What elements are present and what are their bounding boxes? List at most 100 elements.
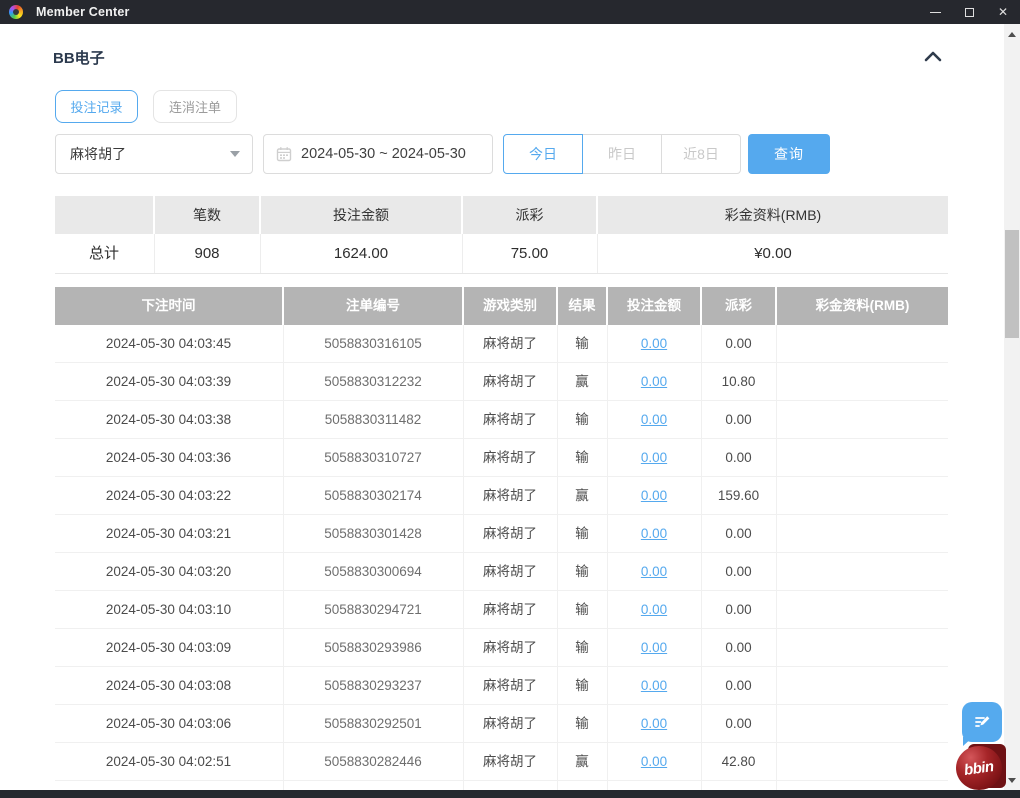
- table-header-cell: 下注时间: [55, 287, 282, 325]
- tab-cancelled-orders[interactable]: 连消注单: [153, 90, 237, 123]
- result-cell: 赢: [558, 477, 606, 514]
- table-header-cell: 投注金额: [608, 287, 700, 325]
- bet-amount-link[interactable]: 0.00: [641, 602, 667, 617]
- summary-header-cell: 派彩: [463, 196, 596, 234]
- range-last8days-button[interactable]: 近8日: [661, 134, 741, 174]
- brand-logo-icon: bbin: [956, 746, 1002, 790]
- result-cell: 输: [558, 515, 606, 552]
- summary-header-cell: 投注金额: [261, 196, 461, 234]
- range-today-button[interactable]: 今日: [503, 134, 583, 174]
- summary-header-cell: 彩金资料(RMB): [598, 196, 948, 234]
- bet-amount-cell: 0.00: [608, 705, 700, 742]
- table-row: 2024-05-30 04:03:22 5058830302174 麻将胡了赢 0.0…: [55, 477, 948, 515]
- order-cell: 5058830300694: [284, 553, 462, 590]
- time-cell: 2024-05-30 04:03:36: [55, 439, 282, 476]
- game-select[interactable]: 麻将胡了: [55, 134, 253, 174]
- bet-amount-link[interactable]: 0.00: [641, 564, 667, 579]
- close-icon: ✕: [997, 5, 1009, 19]
- window-controls: ✕: [918, 0, 1020, 24]
- table-row: 2024-05-30 04:03:45 5058830316105 麻将胡了输 0.0…: [55, 325, 948, 363]
- order-cell: 5058830301428: [284, 515, 462, 552]
- order-cell: 5058830311482: [284, 401, 462, 438]
- bonus-cell: [777, 667, 948, 704]
- result-cell: 赢: [558, 743, 606, 780]
- result-cell: 赢: [558, 363, 606, 400]
- bonus-cell: [777, 553, 948, 590]
- bet-amount-cell: 0.00: [608, 629, 700, 666]
- range-label: 近8日: [683, 146, 719, 162]
- payout-cell: 159.60: [702, 477, 775, 514]
- bet-amount-link[interactable]: 0.00: [641, 336, 667, 351]
- bet-amount-link[interactable]: 0.00: [641, 374, 667, 389]
- time-cell: 2024-05-30 04:03:20: [55, 553, 282, 590]
- close-button[interactable]: ✕: [986, 0, 1020, 24]
- payout-cell: 0.00: [702, 325, 775, 362]
- bet-amount-cell: 0.00: [608, 325, 700, 362]
- chevron-down-icon: [230, 151, 240, 157]
- game-cell: 麻将胡了: [464, 591, 556, 628]
- order-cell: 5058830293237: [284, 667, 462, 704]
- time-cell: 2024-05-30 04:03:38: [55, 401, 282, 438]
- brand-logo-button[interactable]: bbin: [956, 744, 1006, 792]
- summary-total-cell: 908: [155, 234, 259, 273]
- empty-cell: [608, 781, 700, 790]
- bet-amount-link[interactable]: 0.00: [641, 526, 667, 541]
- scrollbar-thumb[interactable]: [1005, 230, 1019, 338]
- search-button[interactable]: 查询: [748, 134, 830, 174]
- bonus-cell: [777, 363, 948, 400]
- empty-cell: [284, 781, 462, 790]
- payout-cell: 0.00: [702, 553, 775, 590]
- bet-amount-link[interactable]: 0.00: [641, 412, 667, 427]
- summary-table: 笔数 投注金额 派彩 彩金资料(RMB) 总计 908 1624.00 75.00 ¥0.00: [55, 196, 948, 274]
- maximize-button[interactable]: [952, 0, 986, 24]
- payout-cell: 0.00: [702, 591, 775, 628]
- time-cell: 2024-05-30 04:03:22: [55, 477, 282, 514]
- bonus-cell: [777, 325, 948, 362]
- table-row: 2024-05-30 04:03:21 5058830301428 麻将胡了输 0.0…: [55, 515, 948, 553]
- time-cell: 2024-05-30 04:03:08: [55, 667, 282, 704]
- summary-header-cell: [55, 196, 153, 234]
- summary-header-row: 笔数 投注金额 派彩 彩金资料(RMB): [55, 196, 948, 234]
- table-header-cell: 结果: [558, 287, 606, 325]
- bet-amount-link[interactable]: 0.00: [641, 678, 667, 693]
- window-bottom-edge: [0, 790, 1020, 798]
- bonus-cell: [777, 401, 948, 438]
- bet-amount-cell: 0.00: [608, 591, 700, 628]
- bonus-cell: [777, 439, 948, 476]
- bet-amount-link[interactable]: 0.00: [641, 716, 667, 731]
- payout-cell: 0.00: [702, 515, 775, 552]
- brand-logo-text: bbin: [963, 757, 995, 779]
- summary-total-row: 总计 908 1624.00 75.00 ¥0.00: [55, 234, 948, 274]
- minimize-button[interactable]: [918, 0, 952, 24]
- table-row: 2024-05-30 04:03:39 5058830312232 麻将胡了赢 0.0…: [55, 363, 948, 401]
- summary-total-cell: 75.00: [463, 234, 596, 273]
- scroll-down-button[interactable]: [1004, 772, 1020, 788]
- game-cell: 麻将胡了: [464, 515, 556, 552]
- collapse-panel-button[interactable]: [920, 44, 946, 68]
- table-row: 2024-05-30 04:03:20 5058830300694 麻将胡了输 0.0…: [55, 553, 948, 591]
- feedback-compose-button[interactable]: [962, 702, 1002, 746]
- time-cell: 2024-05-30 04:03:21: [55, 515, 282, 552]
- table-row: 2024-05-30 04:03:09 5058830293986 麻将胡了输 0.0…: [55, 629, 948, 667]
- bonus-cell: [777, 591, 948, 628]
- tab-bet-records[interactable]: 投注记录: [55, 90, 138, 123]
- range-label: 昨日: [608, 146, 636, 162]
- table-row: 2024-05-30 04:03:08 5058830293237 麻将胡了输 0.0…: [55, 667, 948, 705]
- member-center-window: Member Center ✕ BB电子 投注记录 连消注单 麻将胡了 2024…: [0, 0, 1020, 798]
- order-cell: 5058830282446: [284, 743, 462, 780]
- bonus-cell: [777, 705, 948, 742]
- bet-amount-cell: 0.00: [608, 477, 700, 514]
- bet-amount-cell: 0.00: [608, 401, 700, 438]
- scroll-up-button[interactable]: [1004, 26, 1020, 42]
- game-select-value: 麻将胡了: [70, 146, 126, 162]
- bet-amount-link[interactable]: 0.00: [641, 640, 667, 655]
- bet-amount-link[interactable]: 0.00: [641, 754, 667, 769]
- titlebar: Member Center ✕: [0, 0, 1020, 24]
- range-yesterday-button[interactable]: 昨日: [582, 134, 662, 174]
- result-cell: 输: [558, 439, 606, 476]
- date-range-input[interactable]: 2024-05-30 ~ 2024-05-30: [263, 134, 493, 174]
- bet-amount-link[interactable]: 0.00: [641, 488, 667, 503]
- payout-cell: 0.00: [702, 439, 775, 476]
- vertical-scrollbar[interactable]: [1004, 24, 1020, 790]
- bet-amount-link[interactable]: 0.00: [641, 450, 667, 465]
